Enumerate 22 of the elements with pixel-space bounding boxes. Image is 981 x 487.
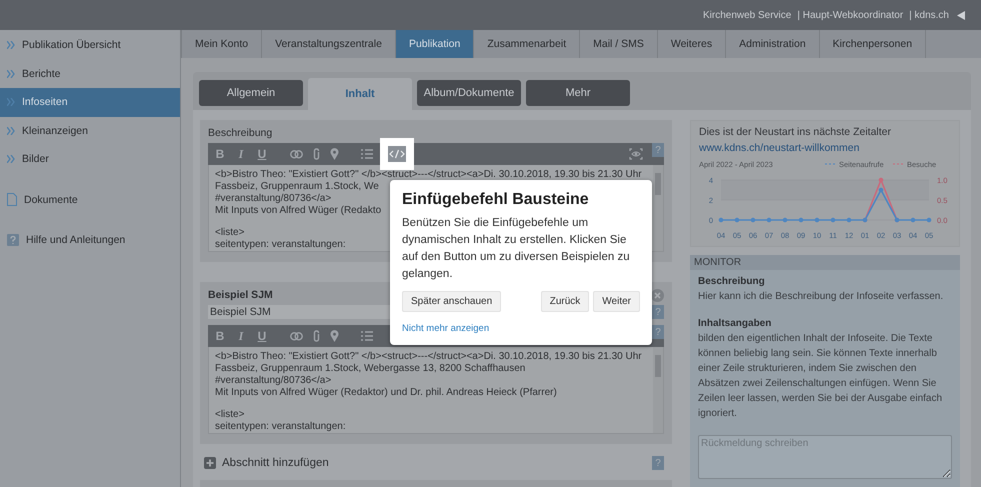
editor-text-line: Mit Inputs von Alfred Wüger (Redaktor) und Dr. phil. Andreas Heieck (Pfarrer) xyxy=(215,387,557,399)
editor-text-line: Fassbeiz, Gruppenraum 1.Stock, We xyxy=(215,181,379,193)
popup-title: Einfügebefehl Bausteine xyxy=(402,191,590,209)
editor-text-line: <liste> xyxy=(215,409,244,421)
editor-text-line: <b>Bistro Theo: "Existiert Gott?" </b><struct>---</struct><a>Di. 30.10.2018, 19.30 bis 21.30 Uhr xyxy=(215,169,642,181)
editor-text-line: Mit Inputs von Alfred Wüger (Redakto xyxy=(215,205,382,217)
popup-text: Benützen Sie die Einfügebefehle um dynamischen Inhalt zu erstellen. Klicken Sie auf den Button um zu diversen Beispielen zu gelangen. xyxy=(402,216,631,282)
editor-text-line: seitentypen: veranstaltungen: xyxy=(215,421,346,433)
editor-text-line: <b>Bistro Theo: "Existiert Gott?" </b><struct>---</struct><a>Di. 30.10.2018, 19.30 bis 21.30 Uhr xyxy=(215,351,642,363)
page-title: Dies ist der Neustart ins nächste Zeitalter xyxy=(699,126,892,138)
section-title: Beispiel SJM xyxy=(208,289,273,302)
help-text: bilden den eigentlichen Inhalt der Infoseite. Die Texte können beliebig lang sein. Sie können Texte innerhalb einer Zeile strukturieren, indem Sie zwischen den Absätzen zwei Zeilenschaltungen einfügen. Wenn Sie Zeilen leer lassen, werden Sie bei der Ausgabe einfach ignoriert. xyxy=(698,332,944,421)
editor-text-line: Fassbeiz, Gruppenraum 1.Stock, Webergasse 13, 8200 Schaffhausen xyxy=(215,363,526,375)
monitor-header: MONITOR xyxy=(690,255,960,270)
editor-text-line: #veranstaltung/80736</a> xyxy=(215,193,332,205)
help-heading: Inhaltsangaben xyxy=(698,318,772,329)
editor-text-line: #veranstaltung/80736</a> xyxy=(215,375,332,387)
section-label: Beschreibung xyxy=(208,127,274,140)
editor-text-line: seitentypen: veranstaltungen: xyxy=(215,239,346,251)
help-text: Hier kann ich die Beschreibung der Infoseite verfassen. xyxy=(698,290,944,304)
editor-text-line: <liste> xyxy=(215,227,244,239)
help-heading: Beschreibung xyxy=(698,276,766,287)
